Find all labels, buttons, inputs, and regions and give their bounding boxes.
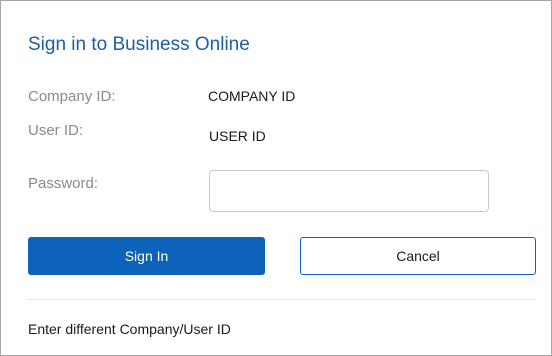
password-input[interactable] — [209, 170, 489, 212]
password-label: Password: — [28, 175, 99, 192]
company-id-value: COMPANY ID — [208, 88, 296, 104]
user-id-value: USER ID — [209, 128, 266, 144]
company-id-label: Company ID: — [28, 88, 116, 105]
user-id-label: User ID: — [28, 122, 84, 139]
dialog-title: Sign in to Business Online — [28, 34, 250, 55]
divider — [28, 299, 536, 300]
different-company-user-link[interactable]: Enter different Company/User ID — [28, 321, 231, 337]
cancel-button[interactable]: Cancel — [300, 237, 536, 275]
sign-in-dialog: Sign in to Business Online Company ID: C… — [0, 0, 552, 356]
sign-in-button[interactable]: Sign In — [28, 237, 265, 275]
